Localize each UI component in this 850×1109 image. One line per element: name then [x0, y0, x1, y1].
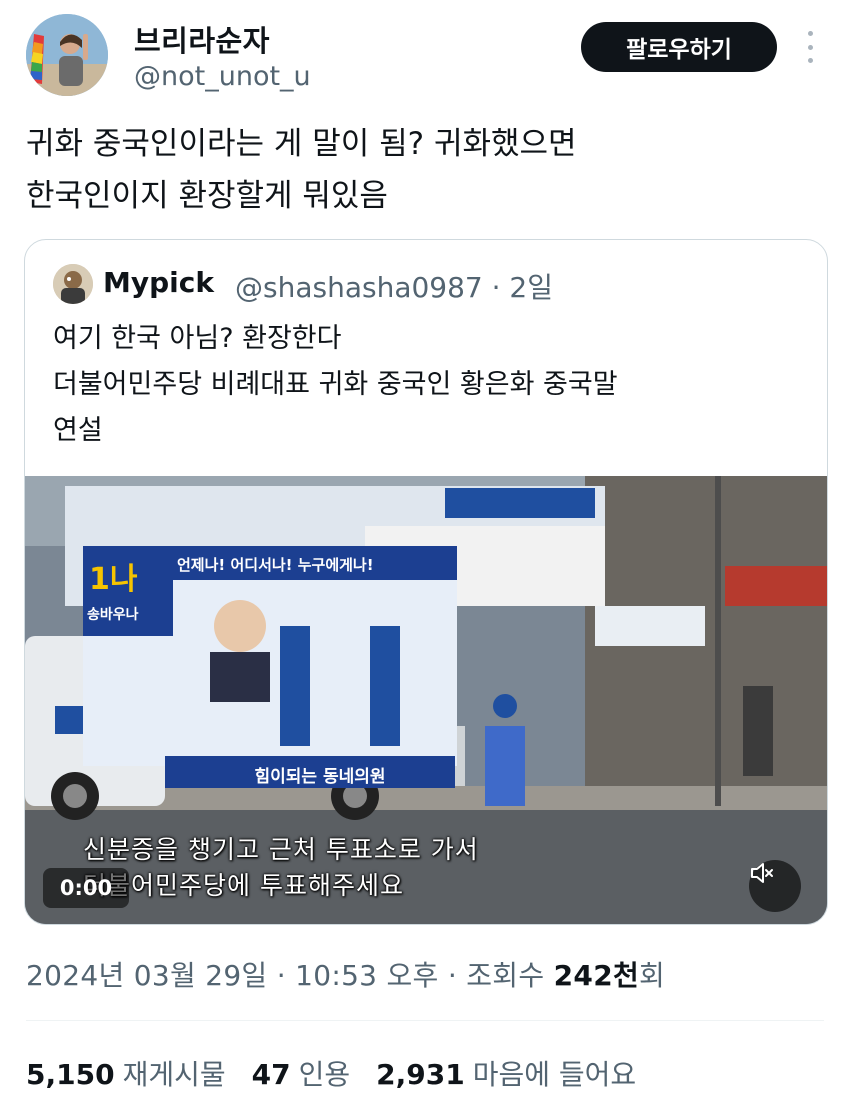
- video-subtitle-line-1: 신분증을 챙기고 근처 투표소로 가서: [83, 835, 479, 864]
- retweets-label: 재게시물: [122, 1058, 226, 1091]
- engagement-stats: 5,150 재게시물 47 인용 2,931 마음에 들어요: [26, 1053, 662, 1093]
- follow-button[interactable]: 팔로우하기: [581, 22, 777, 72]
- views-label: 조회수: [466, 959, 545, 992]
- sign-name: 송바우나: [87, 607, 139, 623]
- views-count: 242천: [553, 959, 640, 992]
- quoted-tweet[interactable]: Mypick @shashasha0987 · 2일 여기 한국 아님? 환장한…: [24, 239, 828, 925]
- author-avatar[interactable]: [26, 14, 108, 96]
- dot: [807, 44, 813, 50]
- retweets-stat[interactable]: 5,150 재게시물: [26, 1053, 226, 1093]
- sign-bottom-text: 힘이되는 동네의원: [254, 767, 386, 787]
- quoted-profile-photo-icon: [53, 264, 93, 304]
- divider: [26, 1020, 824, 1021]
- more-options-icon[interactable]: [796, 26, 824, 68]
- dot: [807, 31, 813, 36]
- quoted-author-avatar[interactable]: [53, 264, 93, 304]
- quoted-tweet-text: 여기 한국 아님? 환장한다 더불어민주당 비례대표 귀화 중국인 황은화 중국…: [53, 323, 618, 446]
- quotes-label: 인용: [298, 1058, 351, 1091]
- video-player[interactable]: 1나 송바우나 언제나! 어디서나! 누구에게나! 힘이되는 동네의원 신분증을…: [25, 476, 827, 924]
- separator-dot: ·: [447, 959, 467, 992]
- likes-count: 2,931: [376, 1058, 465, 1091]
- tweet-time[interactable]: 10:53 오후: [295, 959, 439, 992]
- speaker-muted-icon: [751, 863, 773, 883]
- dot: [807, 58, 813, 63]
- sign-top-text: 언제나! 어디서나! 누구에게나!: [177, 556, 374, 574]
- quotes-count: 47: [251, 1058, 291, 1091]
- tweet-metadata: 2024년 03월 29일 · 10:53 오후 · 조회수 242천회: [26, 954, 665, 994]
- video-subtitle-line-2: 더불어민주당에 투표해주세요: [83, 871, 404, 900]
- likes-stat[interactable]: 2,931 마음에 들어요: [376, 1053, 636, 1093]
- tweet-header: 브리라순자 @not_unot_u 팔로우하기: [0, 0, 850, 110]
- profile-photo-icon: [26, 14, 108, 96]
- author-display-name[interactable]: 브리라순자: [134, 18, 270, 60]
- author-handle[interactable]: @not_unot_u: [134, 61, 311, 92]
- quoted-author-name[interactable]: Mypick: [103, 266, 214, 299]
- separator-dot: ·: [276, 959, 296, 992]
- video-time-badge: 0:00: [43, 868, 129, 908]
- views-suffix: 회: [639, 959, 666, 992]
- tweet-date[interactable]: 2024년 03월 29일: [26, 959, 268, 992]
- retweets-count: 5,150: [26, 1058, 115, 1091]
- likes-label: 마음에 들어요: [472, 1058, 637, 1091]
- tweet-text: 귀화 중국인이라는 게 말이 됨? 귀화했으면 한국인이지 환장할게 뭐있음: [26, 126, 577, 214]
- quotes-stat[interactable]: 47 인용: [252, 1053, 351, 1093]
- quoted-author-handle[interactable]: @shashasha0987 · 2일: [235, 266, 553, 306]
- mute-button[interactable]: [749, 860, 801, 912]
